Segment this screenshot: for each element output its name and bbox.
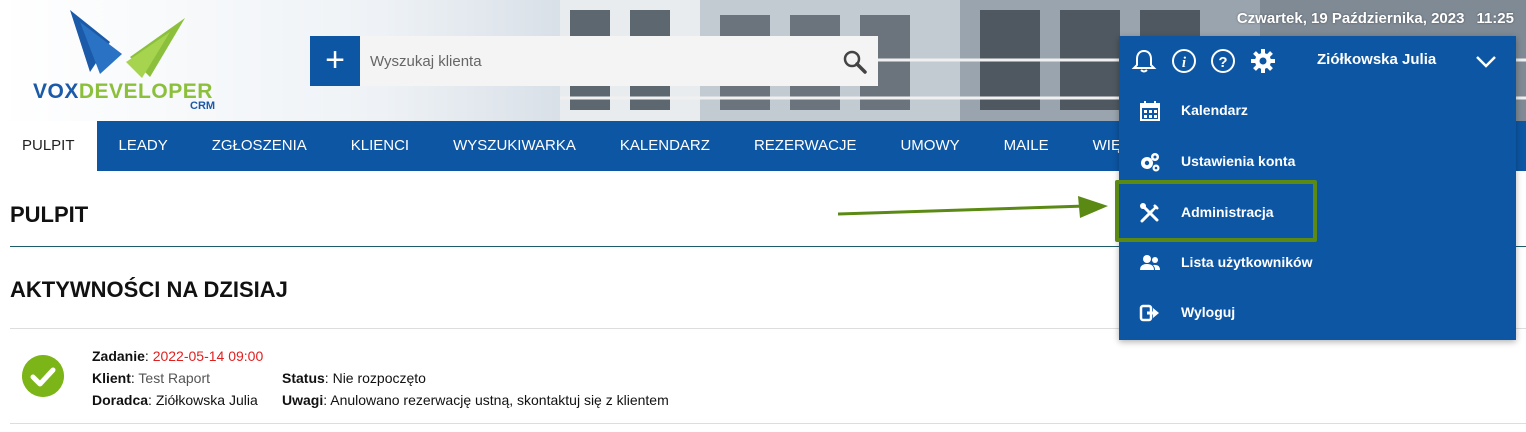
client-value[interactable]: Test Raport: [138, 370, 210, 386]
current-date: Czwartek, 19 Października, 2023: [1236, 10, 1465, 27]
bell-icon[interactable]: [1131, 48, 1157, 74]
menu-item-lista-uzytkownikow[interactable]: Lista użytkowników: [1119, 238, 1516, 288]
notes-label: Uwagi: [282, 392, 324, 408]
gear-icon[interactable]: [1250, 48, 1276, 74]
nav-item-klienci[interactable]: KLIENCI: [329, 121, 431, 171]
activity-advisor-row: Doradca: Ziółkowska Julia Uwagi: Anulowa…: [92, 392, 669, 408]
date-time-display: Czwartek, 19 Października, 2023 11:25: [1237, 10, 1514, 27]
current-time: 11:25: [1476, 10, 1514, 27]
menu-item-label: Kalendarz: [1181, 102, 1248, 118]
check-icon[interactable]: [22, 355, 64, 397]
search-input[interactable]: [362, 36, 832, 86]
logout-icon: [1139, 304, 1159, 322]
advisor-value: Ziółkowska Julia: [155, 392, 258, 408]
administracja-highlight-box: [1115, 180, 1317, 242]
task-label: Zadanie: [92, 348, 145, 364]
nav-item-kalendarz[interactable]: KALENDARZ: [598, 121, 732, 171]
client-label: Klient: [92, 370, 131, 386]
calendar-icon: [1140, 101, 1160, 121]
menu-item-label: Lista użytkowników: [1181, 254, 1313, 270]
svg-text:?: ?: [1218, 54, 1227, 71]
divider: [10, 423, 1526, 424]
user-menu-header: i ? Ziółkowska Julia: [1119, 36, 1516, 86]
chevron-down-icon[interactable]: [1474, 50, 1498, 72]
menu-item-wyloguj[interactable]: Wyloguj: [1119, 288, 1516, 338]
status-value: Nie rozpoczęto: [332, 370, 426, 386]
search-icon[interactable]: [842, 49, 868, 75]
nav-item-leady[interactable]: LEADY: [97, 121, 190, 171]
activity-task-row: Zadanie: 2022-05-14 09:00: [92, 348, 264, 364]
menu-item-label: Ustawienia konta: [1181, 153, 1296, 169]
nav-item-wyszukiwarka[interactable]: WYSZUKIWARKA: [431, 121, 598, 171]
cogs-icon: [1141, 153, 1160, 172]
page-title: PULPIT: [10, 202, 89, 227]
nav-item-zgloszenia[interactable]: ZGŁOSZENIA: [190, 121, 329, 171]
svg-text:i: i: [1182, 55, 1187, 71]
section-title: AKTYWNOŚCI NA DZISIAJ: [10, 277, 288, 302]
nav-item-umowy[interactable]: UMOWY: [878, 121, 981, 171]
users-icon: [1140, 255, 1160, 270]
search-bar: +: [310, 36, 878, 86]
task-date: 2022-05-14 09:00: [152, 348, 264, 364]
status-label: Status: [282, 370, 325, 386]
activity-client-row: Klient: Test Raport Status: Nie rozpoczę…: [92, 370, 426, 386]
info-icon[interactable]: i: [1171, 48, 1197, 74]
help-icon[interactable]: ?: [1210, 48, 1236, 74]
logo-wordmark: VOXDEVELOPER: [33, 80, 213, 103]
activity-item: Zadanie: 2022-05-14 09:00 Klient: Test R…: [92, 345, 669, 411]
advisor-label: Doradca: [92, 392, 149, 408]
menu-item-label: Wyloguj: [1181, 304, 1236, 320]
notes-value: Anulowano rezerwację ustną, skontaktuj s…: [330, 392, 669, 408]
nav-item-pulpit[interactable]: PULPIT: [0, 121, 97, 171]
pointer-arrow-icon: [837, 196, 1108, 218]
nav-item-rezerwacje[interactable]: REZERWACJE: [732, 121, 879, 171]
user-name[interactable]: Ziółkowska Julia: [1317, 51, 1436, 68]
logo-subtitle: CRM: [190, 100, 216, 112]
menu-item-kalendarz[interactable]: Kalendarz: [1119, 86, 1516, 136]
nav-item-maile[interactable]: MAILE: [982, 121, 1071, 171]
add-client-button[interactable]: +: [310, 36, 360, 86]
